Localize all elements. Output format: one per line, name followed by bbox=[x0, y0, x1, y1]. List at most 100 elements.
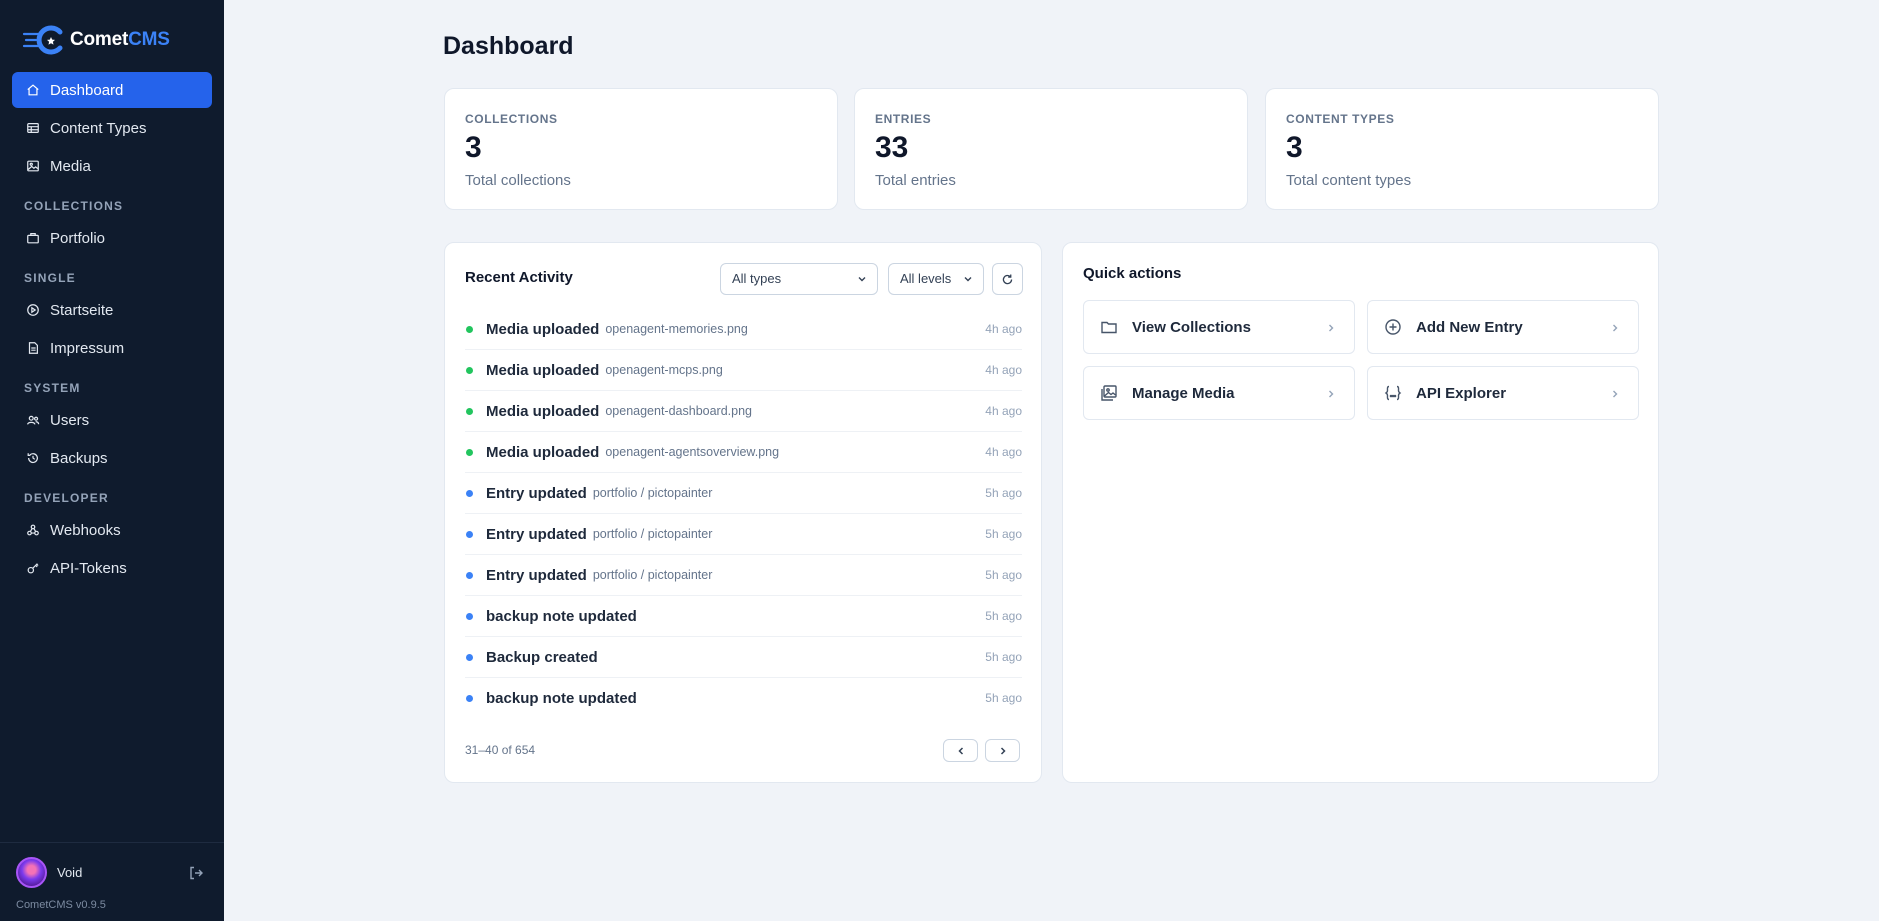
app-version: CometCMS v0.9.5 bbox=[16, 899, 106, 911]
activity-time: 4h ago bbox=[985, 363, 1022, 377]
status-dot bbox=[466, 653, 473, 661]
home-icon bbox=[27, 84, 39, 96]
activity-time: 5h ago bbox=[985, 609, 1022, 623]
stat-label: CONTENT TYPES bbox=[1286, 112, 1395, 126]
activity-detail: openagent-agentsoverview.png bbox=[605, 445, 780, 459]
recent-activity-title: Recent Activity bbox=[465, 269, 573, 286]
api-explorer-button[interactable]: API Explorer bbox=[1367, 366, 1639, 420]
sidebar-item-webhooks[interactable]: Webhooks bbox=[12, 512, 212, 548]
sidebar-item-content-types[interactable]: Content Types bbox=[12, 110, 212, 146]
activity-title: Entry updated bbox=[486, 484, 587, 502]
activity-detail: openagent-memories.png bbox=[605, 322, 748, 336]
stat-value: 33 bbox=[875, 131, 909, 164]
stat-label: COLLECTIONS bbox=[465, 112, 558, 126]
activity-item[interactable]: backup note updated 5h ago bbox=[465, 678, 1022, 719]
level-filter-value: All levels bbox=[900, 271, 952, 286]
activity-title: backup note updated bbox=[486, 690, 637, 707]
activity-item[interactable]: Media uploaded openagent-dashboard.png 4h … bbox=[465, 391, 1022, 432]
activity-title: Media uploaded bbox=[486, 443, 600, 461]
sidebar-item-label: Portfolio bbox=[50, 229, 106, 247]
table-icon bbox=[27, 123, 39, 133]
activity-time: 4h ago bbox=[985, 322, 1022, 336]
brand-name: CometCMS bbox=[70, 29, 170, 50]
chevron-right-icon bbox=[1329, 390, 1334, 398]
chevron-right-icon bbox=[1329, 324, 1334, 332]
sidebar-item-startseite[interactable]: Startseite bbox=[12, 292, 212, 328]
plus-circle-icon bbox=[1385, 319, 1401, 335]
activity-item[interactable]: Media uploaded openagent-memories.png 4h a… bbox=[465, 309, 1022, 350]
previous-page-button[interactable] bbox=[943, 739, 978, 762]
chevron-right-icon bbox=[1613, 324, 1618, 332]
activity-item[interactable]: Entry updated portfolio / pictopainter 5h … bbox=[465, 473, 1022, 514]
sidebar-item-users[interactable]: Users bbox=[12, 402, 212, 438]
stat-card-entries: ENTRIES 33 Total entries bbox=[854, 88, 1248, 210]
stat-subtitle: Total content types bbox=[1286, 172, 1412, 189]
activity-item[interactable]: Entry updated portfolio / pictopainter 5h … bbox=[465, 555, 1022, 596]
add-new-entry-button[interactable]: Add New Entry bbox=[1367, 300, 1639, 354]
activity-detail: portfolio / pictopainter bbox=[592, 568, 713, 582]
view-collections-button[interactable]: View Collections bbox=[1083, 300, 1355, 354]
history-icon bbox=[27, 453, 38, 464]
manage-media-button[interactable]: Manage Media bbox=[1083, 366, 1355, 420]
brand[interactable]: CometCMS bbox=[22, 24, 170, 56]
sidebar: CometCMS Dashboard Content Types Media C… bbox=[0, 0, 224, 921]
sidebar-item-api-tokens[interactable]: API-Tokens bbox=[12, 550, 212, 586]
sidebar-item-impressum[interactable]: Impressum bbox=[12, 330, 212, 366]
activity-title: backup note updated bbox=[486, 607, 637, 625]
chevron-down-icon bbox=[964, 277, 972, 282]
activity-time: 5h ago bbox=[985, 527, 1022, 541]
braces-icon bbox=[1384, 385, 1402, 401]
activity-time: 5h ago bbox=[985, 691, 1022, 705]
chevron-left-icon bbox=[957, 746, 963, 755]
nav-section-developer: DEVELOPER bbox=[24, 491, 109, 505]
activity-detail: openagent-mcps.png bbox=[605, 363, 723, 377]
activity-item[interactable]: Backup created 5h ago bbox=[465, 637, 1022, 678]
chevron-down-icon bbox=[858, 277, 866, 282]
quick-action-label: Manage Media bbox=[1132, 384, 1235, 402]
sidebar-item-backups[interactable]: Backups bbox=[12, 440, 212, 476]
activity-item[interactable]: Media uploaded openagent-agentsoverview.p… bbox=[465, 432, 1022, 473]
avatar bbox=[16, 857, 47, 888]
activity-title: Media uploaded bbox=[486, 320, 600, 338]
activity-title: Media uploaded bbox=[486, 361, 600, 379]
stat-subtitle: Total collections bbox=[465, 172, 571, 189]
stat-subtitle: Total entries bbox=[875, 172, 956, 189]
level-filter-select[interactable]: All levels bbox=[888, 263, 984, 295]
status-dot bbox=[466, 530, 473, 538]
activity-item[interactable]: Media uploaded openagent-mcps.png 4h ago bbox=[465, 350, 1022, 391]
user-profile[interactable]: Void bbox=[16, 857, 82, 888]
sidebar-item-label: API-Tokens bbox=[50, 559, 127, 577]
quick-action-label: Add New Entry bbox=[1416, 318, 1523, 336]
activity-detail: portfolio / pictopainter bbox=[592, 486, 713, 500]
activity-time: 4h ago bbox=[985, 404, 1022, 418]
refresh-button[interactable] bbox=[992, 263, 1023, 295]
sidebar-item-portfolio[interactable]: Portfolio bbox=[12, 220, 212, 256]
quick-actions-panel: Quick actions View Collections Add New E… bbox=[1062, 242, 1659, 783]
status-dot bbox=[466, 407, 473, 415]
sidebar-item-label: Webhooks bbox=[50, 521, 121, 539]
activity-title: Media uploaded bbox=[486, 402, 600, 420]
sidebar-footer: Void CometCMS v0.9.5 bbox=[0, 842, 224, 921]
user-name: Void bbox=[57, 865, 83, 880]
type-filter-select[interactable]: All types bbox=[720, 263, 878, 295]
sidebar-item-media[interactable]: Media bbox=[12, 148, 212, 184]
stat-card-collections: COLLECTIONS 3 Total collections bbox=[444, 88, 838, 210]
sidebar-item-dashboard[interactable]: Dashboard bbox=[12, 72, 212, 108]
pagination-info: 31–40 of 654 bbox=[465, 743, 536, 757]
stat-value: 3 bbox=[465, 131, 482, 164]
briefcase-icon bbox=[27, 233, 39, 244]
play-circle-icon bbox=[27, 304, 39, 316]
logout-icon[interactable] bbox=[188, 865, 204, 881]
stat-value: 3 bbox=[1286, 131, 1303, 164]
next-page-button[interactable] bbox=[985, 739, 1020, 762]
activity-time: 5h ago bbox=[985, 568, 1022, 582]
document-icon bbox=[28, 342, 38, 354]
activity-title: Entry updated bbox=[486, 566, 587, 584]
folder-icon bbox=[1101, 321, 1117, 334]
activity-item[interactable]: backup note updated 5h ago bbox=[465, 596, 1022, 637]
sidebar-nav: Dashboard Content Types Media COLLECTION… bbox=[12, 72, 212, 588]
quick-actions-title: Quick actions bbox=[1083, 265, 1182, 282]
activity-time: 5h ago bbox=[985, 486, 1022, 500]
activity-item[interactable]: Entry updated portfolio / pictopainter 5h … bbox=[465, 514, 1022, 555]
quick-action-label: API Explorer bbox=[1416, 384, 1507, 402]
